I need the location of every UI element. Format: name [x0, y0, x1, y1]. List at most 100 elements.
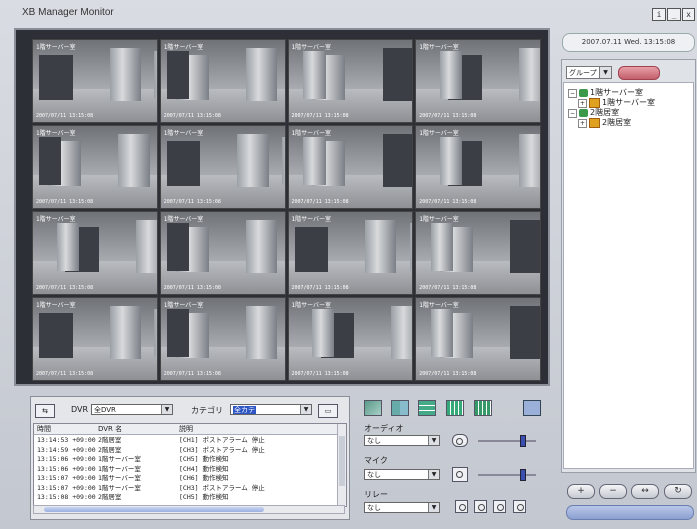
- table-row[interactable]: 13:14:53 +09:00 2階居室 [CH1] ポストアラーム 停止: [34, 436, 337, 444]
- relay-1-button[interactable]: [455, 500, 468, 513]
- tree-node-label: 1階サーバー室: [590, 88, 644, 97]
- camera-tile[interactable]: 1階サーバー室 2007/07/11 13:15:08: [159, 39, 286, 123]
- camera-tile[interactable]: 1階サーバー室 2007/07/11 13:15:08: [32, 125, 158, 209]
- dvr-icon: [589, 117, 600, 128]
- zoom-out-button[interactable]: −: [599, 484, 627, 499]
- dvr-select[interactable]: 全DVR ▼: [91, 404, 173, 415]
- server-rack: [431, 223, 454, 272]
- camera-tile[interactable]: 1階サーバー室 2007/07/11 13:15:08: [415, 125, 541, 209]
- table-cell: 13:15:08 +09:00: [37, 493, 96, 501]
- tree-node[interactable]: +2階居室: [578, 117, 631, 128]
- log-toggle-icon[interactable]: ⇆: [35, 404, 55, 418]
- table-cell: [CH5] 動作検知: [179, 493, 229, 501]
- main-window: XB Manager Monitor i _ x 1階サーバー室 2007/07/…: [0, 0, 697, 529]
- audio-volume-track[interactable]: [478, 440, 536, 442]
- camera-tile[interactable]: 1階サーバー室 2007/07/11 13:15:08: [159, 211, 286, 295]
- speaker-icon[interactable]: [452, 434, 468, 447]
- camera-tile[interactable]: 1階サーバー室 2007/07/11 13:15:08: [287, 211, 414, 295]
- relay-2-button[interactable]: [474, 500, 487, 513]
- camera-timestamp: 2007/07/11 13:15:08: [163, 285, 221, 291]
- collapse-icon[interactable]: −: [568, 89, 577, 98]
- layout-13-button[interactable]: [446, 400, 464, 416]
- camera-timestamp: 2007/07/11 13:15:08: [163, 199, 221, 205]
- scroll-thumb[interactable]: [339, 436, 345, 486]
- server-rack: [391, 306, 413, 360]
- layout-9-button[interactable]: [418, 400, 436, 416]
- mic-volume-knob[interactable]: [520, 469, 526, 481]
- server-rack: [109, 306, 141, 360]
- table-cell: 13:15:07 +09:00: [37, 483, 96, 492]
- camera-tile[interactable]: 1階サーバー室 2007/07/11 13:15:08: [32, 297, 158, 381]
- server-rack: [118, 134, 150, 188]
- server-rack: [166, 309, 190, 358]
- group-select[interactable]: グループ ▼: [566, 66, 612, 79]
- mic-icon[interactable]: [452, 467, 468, 482]
- folder-icon: [579, 88, 588, 97]
- audio-volume-knob[interactable]: [520, 435, 526, 447]
- camera-timestamp: 2007/07/11 13:15:08: [419, 371, 477, 377]
- relay-select[interactable]: なし ▼: [364, 502, 440, 513]
- camera-label: 1階サーバー室: [291, 216, 332, 223]
- category-select-value: 全カテ: [233, 406, 256, 414]
- table-cell: [CH4] 動作検知: [179, 464, 229, 473]
- expand-icon[interactable]: +: [578, 119, 587, 128]
- column-header-time[interactable]: 時間: [37, 424, 51, 434]
- column-header-dvr[interactable]: DVR 名: [98, 424, 122, 434]
- server-rack: [382, 134, 413, 188]
- table-cell: [CH1] ポストアラーム 停止: [179, 436, 265, 444]
- table-cell: 1階サーバー室: [98, 464, 141, 473]
- camera-tile[interactable]: 1階サーバー室 2007/07/11 13:15:08: [32, 39, 158, 123]
- vertical-scrollbar[interactable]: [337, 424, 346, 505]
- camera-label: 1階サーバー室: [163, 44, 204, 51]
- layout-16-button[interactable]: [474, 400, 492, 416]
- layout-4-button[interactable]: [391, 400, 409, 416]
- refresh-button[interactable]: ↻: [664, 484, 692, 499]
- status-bar-button[interactable]: [566, 505, 694, 520]
- scroll-thumb[interactable]: [44, 507, 264, 512]
- table-row[interactable]: 13:15:07 +09:00 1階サーバー室 [CH6] 動作検知: [34, 474, 337, 482]
- camera-timestamp: 2007/07/11 13:15:08: [291, 199, 349, 205]
- table-row[interactable]: 13:15:06 +09:00 1階サーバー室 [CH4] 動作検知: [34, 465, 337, 473]
- camera-tile[interactable]: 1階サーバー室 2007/07/11 13:15:08: [32, 211, 158, 295]
- camera-tile[interactable]: 1階サーバー室 2007/07/11 13:15:08: [159, 297, 286, 381]
- table-row[interactable]: 13:14:59 +09:00 2階居室 [CH3] ポストアラーム 停止: [34, 446, 337, 454]
- camera-label: 1階サーバー室: [36, 216, 76, 223]
- table-cell: 1階サーバー室: [98, 455, 141, 463]
- relay-3-button[interactable]: [493, 500, 506, 513]
- table-row[interactable]: 13:15:07 +09:00 1階サーバー室 [CH3] ポストアラーム 停止: [34, 484, 337, 492]
- camera-tile[interactable]: 1階サーバー室 2007/07/11 13:15:08: [159, 125, 286, 209]
- collapse-icon[interactable]: −: [568, 109, 577, 118]
- camera-tile[interactable]: 1階サーバー室 2007/07/11 13:15:08: [415, 211, 541, 295]
- camera-tile[interactable]: 1階サーバー室 2007/07/11 13:15:08: [287, 125, 414, 209]
- table-row[interactable]: 13:15:06 +09:00 1階サーバー室 [CH5] 動作検知: [34, 455, 337, 463]
- camera-timestamp: 2007/07/11 13:15:08: [419, 113, 477, 119]
- layout-1-button[interactable]: [364, 400, 382, 416]
- camera-tile[interactable]: 1階サーバー室 2007/07/11 13:15:08: [415, 297, 541, 381]
- camera-tile[interactable]: 1階サーバー室 2007/07/11 13:15:08: [287, 297, 414, 381]
- mic-select[interactable]: なし ▼: [364, 469, 440, 480]
- fullscreen-button[interactable]: [523, 400, 541, 416]
- table-row[interactable]: 13:15:08 +09:00 2階居室 [CH5] 動作検知: [34, 493, 337, 501]
- horizontal-scrollbar[interactable]: [33, 505, 345, 514]
- camera-tile[interactable]: 1階サーバー室 2007/07/11 13:15:08: [415, 39, 541, 123]
- log-export-icon[interactable]: ▭: [318, 404, 338, 418]
- camera-label: 1階サーバー室: [163, 130, 204, 137]
- group-action-button[interactable]: [618, 66, 660, 80]
- category-select[interactable]: 全カテ ▼: [230, 404, 312, 415]
- server-rack: [237, 134, 269, 188]
- column-header-description[interactable]: 説明: [179, 424, 193, 434]
- camera-label: 1階サーバー室: [291, 302, 332, 309]
- swap-button[interactable]: ↔: [631, 484, 659, 499]
- mic-volume-track[interactable]: [478, 474, 536, 476]
- close-button[interactable]: x: [682, 8, 695, 21]
- minimize-button[interactable]: _: [667, 8, 681, 21]
- camera-tile[interactable]: 1階サーバー室 2007/07/11 13:15:08: [287, 39, 414, 123]
- audio-select[interactable]: なし ▼: [364, 435, 440, 446]
- title-bar: XB Manager Monitor i _ x: [0, 0, 697, 26]
- camera-label: 1階サーバー室: [291, 130, 332, 137]
- zoom-in-button[interactable]: +: [567, 484, 595, 499]
- info-button[interactable]: i: [652, 8, 666, 21]
- camera-timestamp: 2007/07/11 13:15:08: [291, 113, 349, 119]
- server-rack: [294, 226, 329, 272]
- relay-4-button[interactable]: [513, 500, 526, 513]
